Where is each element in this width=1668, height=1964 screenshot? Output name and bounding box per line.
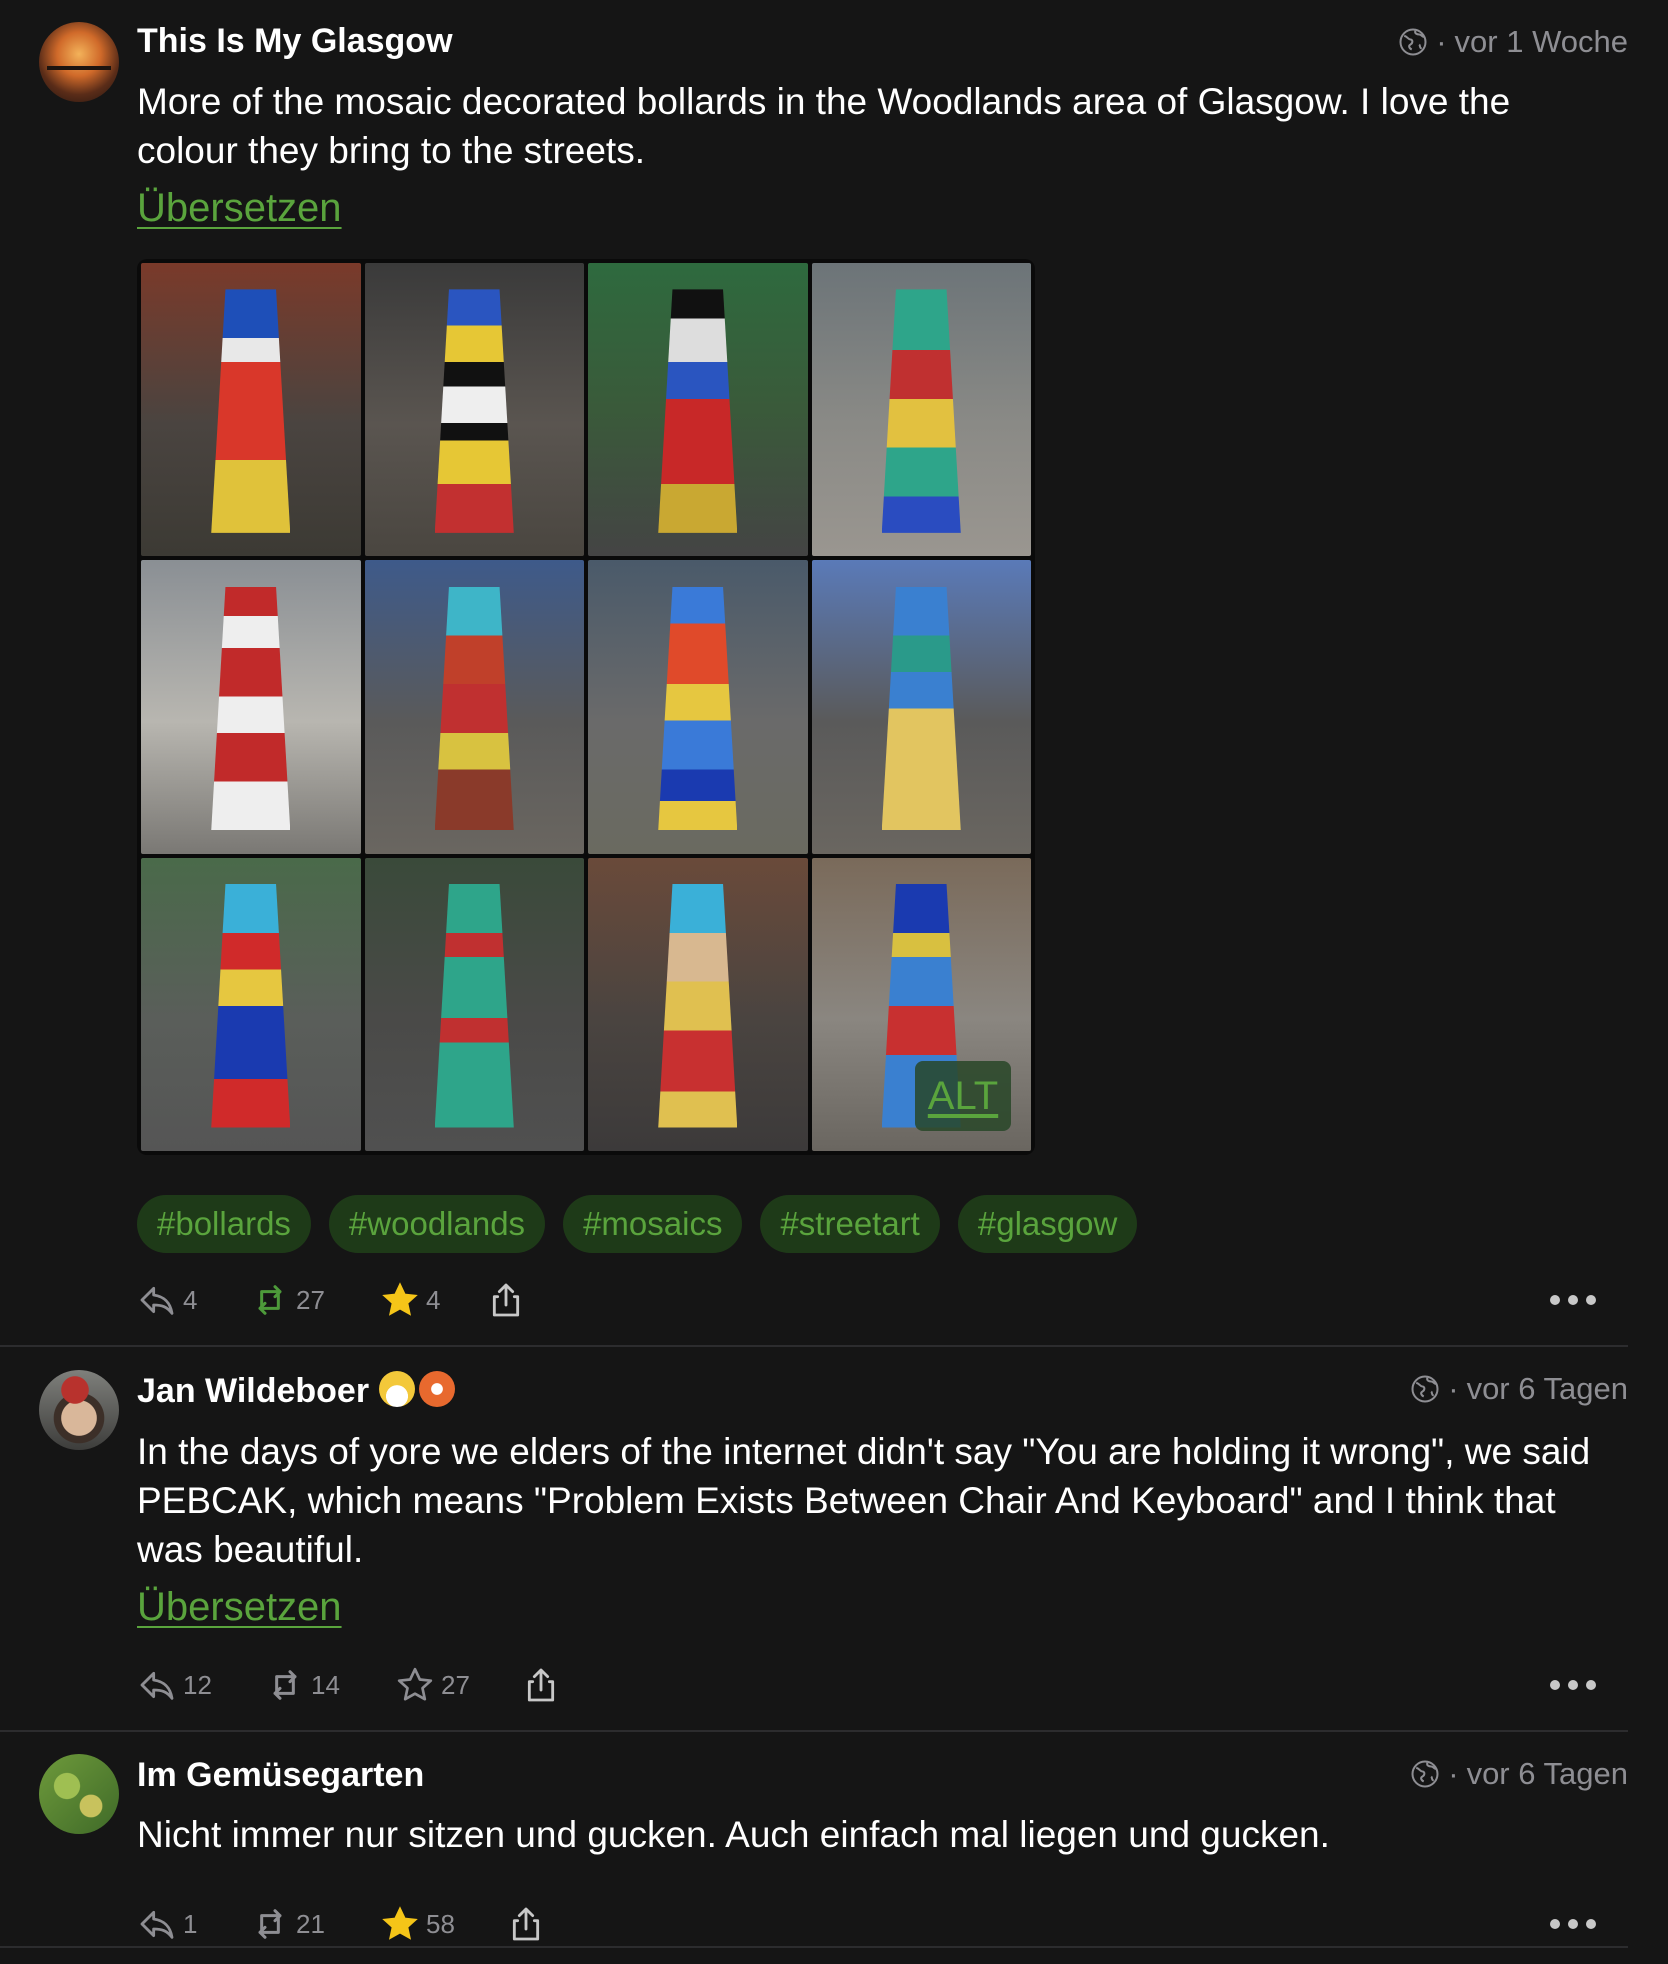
gallery-image[interactable]	[588, 857, 808, 1151]
boost-button[interactable]: 27	[250, 1280, 380, 1320]
boost-icon	[258, 1909, 282, 1939]
reply-button[interactable]: 1	[137, 1904, 250, 1944]
author-name[interactable]: Jan Wildeboer	[137, 1371, 456, 1411]
reply-count: 12	[183, 1669, 212, 1700]
avatar[interactable]	[39, 22, 119, 102]
share-icon	[492, 1283, 520, 1317]
reply-icon	[140, 1286, 174, 1315]
share-icon	[512, 1907, 540, 1941]
translate-link[interactable]: Übersetzen	[137, 1585, 342, 1630]
share-button[interactable]	[486, 1280, 526, 1320]
post-time[interactable]: vor 6 Tagen	[1467, 1756, 1628, 1792]
reply-count: 1	[183, 1908, 198, 1939]
reply-button[interactable]: 4	[137, 1280, 250, 1320]
custom-emoji-icon	[419, 1371, 456, 1407]
post-this-is-my-glasgow[interactable]: This Is My Glasgow · vor 1 Woche More of…	[0, 0, 1628, 1345]
reply-count: 4	[183, 1284, 198, 1315]
more-icon[interactable]	[1550, 1295, 1596, 1305]
gallery-image[interactable]	[811, 263, 1031, 557]
favourite-button[interactable]: 27	[395, 1665, 521, 1705]
boost-button[interactable]: 14	[265, 1665, 395, 1705]
translate-link[interactable]: Übersetzen	[137, 186, 342, 231]
boost-icon	[258, 1285, 282, 1315]
post-time[interactable]: vor 1 Woche	[1455, 24, 1628, 60]
favourite-button[interactable]: 58	[380, 1904, 506, 1944]
globe-icon	[1411, 1375, 1439, 1403]
hashtag-bollards[interactable]: #bollards	[137, 1195, 311, 1253]
post-meta: · vor 1 Woche	[1398, 24, 1628, 60]
author-name[interactable]: This Is My Glasgow	[137, 22, 453, 61]
boost-count: 21	[296, 1908, 325, 1939]
mask-emoji-icon	[379, 1371, 416, 1407]
hashtag-list: #bollards #woodlands #mosaics #streetart…	[137, 1195, 1138, 1253]
reply-icon	[140, 1671, 174, 1700]
author-name[interactable]: Im Gemüsegarten	[137, 1756, 424, 1795]
globe-icon	[1399, 28, 1427, 56]
share-icon	[527, 1668, 555, 1702]
more-icon[interactable]	[1550, 1680, 1596, 1690]
boost-count: 14	[311, 1669, 340, 1700]
gallery-image[interactable]	[141, 560, 361, 854]
share-button[interactable]	[506, 1904, 546, 1944]
post-meta: · vor 6 Tagen	[1410, 1756, 1628, 1792]
gallery-image[interactable]	[141, 857, 361, 1151]
media-gallery[interactable]: ALT	[137, 259, 1035, 1155]
post-content: Nicht immer nur sitzen und gucken. Auch …	[137, 1814, 1330, 1855]
favourite-button[interactable]: 4	[380, 1280, 486, 1320]
gallery-image[interactable]	[364, 857, 584, 1151]
favourite-count: 27	[441, 1669, 470, 1700]
boost-button[interactable]: 21	[250, 1904, 380, 1944]
post-content: In the days of yore we elders of the int…	[137, 1431, 1591, 1570]
reply-icon	[140, 1910, 174, 1939]
gallery-image[interactable]	[364, 560, 584, 854]
action-bar: 4 27 4	[137, 1280, 526, 1320]
hashtag-mosaics[interactable]: #mosaics	[563, 1195, 743, 1253]
action-bar: 1 21 58	[137, 1904, 546, 1944]
post-divider	[0, 1946, 1628, 1948]
boost-count: 27	[296, 1284, 325, 1315]
avatar[interactable]	[39, 1754, 119, 1834]
more-icon[interactable]	[1550, 1919, 1596, 1929]
star-icon	[382, 1282, 418, 1316]
gallery-image[interactable]	[588, 560, 808, 854]
post-time[interactable]: vor 6 Tagen	[1467, 1371, 1628, 1407]
favourite-count: 4	[426, 1284, 441, 1315]
gallery-image[interactable]: ALT	[811, 857, 1031, 1151]
globe-icon	[1411, 1760, 1439, 1788]
share-button[interactable]	[521, 1665, 561, 1705]
boost-icon	[273, 1670, 297, 1700]
gallery-image[interactable]	[811, 560, 1031, 854]
star-icon	[397, 1667, 433, 1701]
hashtag-streetart[interactable]: #streetart	[760, 1195, 940, 1253]
avatar[interactable]	[39, 1370, 119, 1450]
action-bar: 12 14 27	[137, 1665, 561, 1705]
hashtag-woodlands[interactable]: #woodlands	[328, 1195, 546, 1253]
gallery-image[interactable]	[588, 263, 808, 557]
gallery-image[interactable]	[364, 263, 584, 557]
favourite-count: 58	[426, 1908, 455, 1939]
gallery-image[interactable]	[141, 263, 361, 557]
post-im-gemuesegarten[interactable]: Im Gemüsegarten · vor 6 Tagen Nicht imme…	[0, 1732, 1628, 1946]
alt-text-button[interactable]: ALT	[915, 1061, 1011, 1131]
star-icon	[382, 1906, 418, 1940]
reply-button[interactable]: 12	[137, 1665, 265, 1705]
post-content: More of the mosaic decorated bollards in…	[137, 81, 1511, 171]
post-meta: · vor 6 Tagen	[1410, 1371, 1628, 1407]
hashtag-glasgow[interactable]: #glasgow	[957, 1195, 1138, 1253]
post-jan-wildeboer[interactable]: Jan Wildeboer · vor 6 Tagen In the days …	[0, 1347, 1628, 1729]
